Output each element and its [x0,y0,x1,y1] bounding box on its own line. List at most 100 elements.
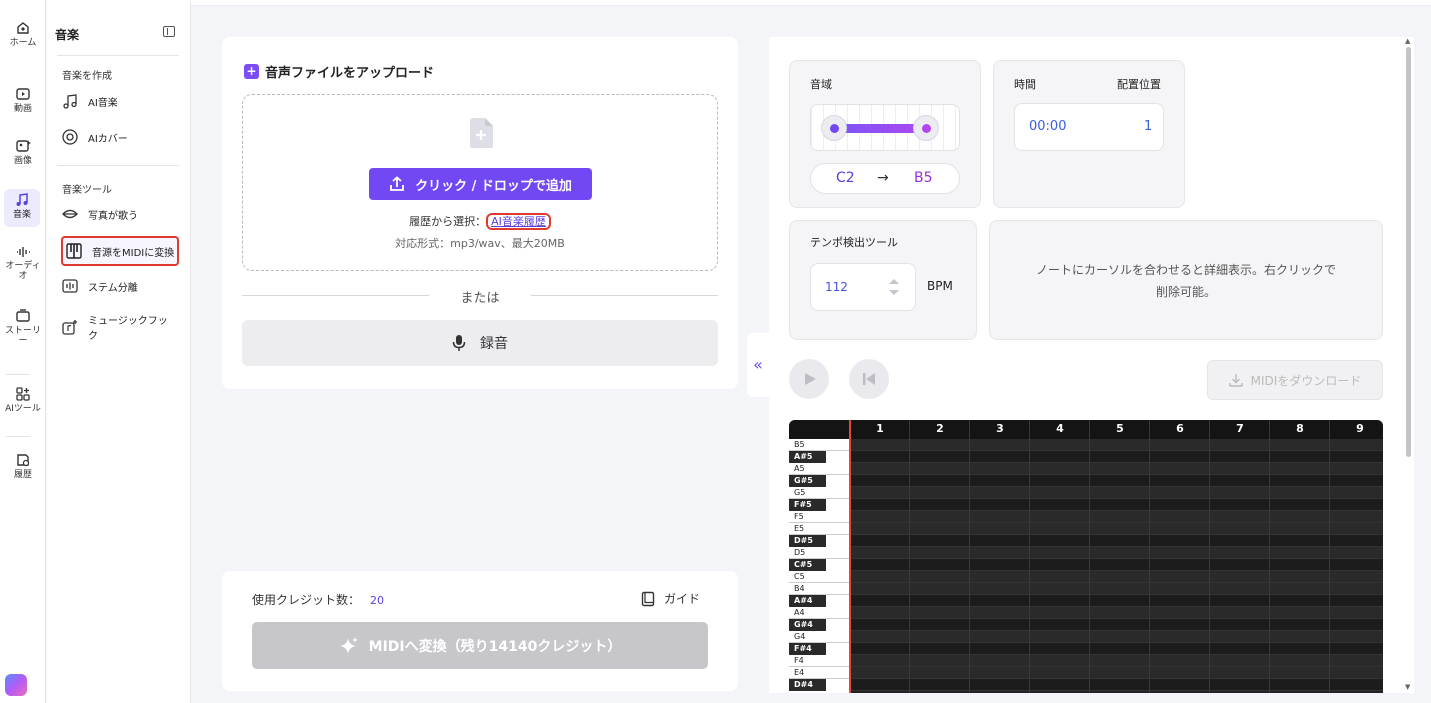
sidebar-divider [57,165,179,166]
collapse-panel-icon[interactable]: « [747,333,769,397]
grid-row[interactable] [850,619,1383,631]
piano-key-f-sharp4[interactable]: F#4 [789,643,826,655]
sidebar-item-audio-to-midi[interactable]: 音源をMIDIに変換 [61,236,179,266]
grid-row[interactable] [850,571,1383,583]
time-label: 時間 [1014,78,1036,91]
grid-row[interactable] [850,583,1383,595]
grid-row[interactable] [850,487,1383,499]
guide-link[interactable]: ガイド [640,590,700,607]
rail-label-image: 画像 [13,156,32,166]
rail-item-ai-tools[interactable]: AIツール [0,386,46,414]
piano-key-d5[interactable]: D5 [789,547,850,559]
piano-key-d-sharp4[interactable]: D#4 [789,679,826,691]
sidebar-item-label: ミュージックフック [88,316,168,342]
measure-number: 5 [1116,422,1124,435]
pitch-low-handle[interactable] [821,115,847,141]
rail-item-home[interactable]: ホーム [0,20,46,48]
note-grid[interactable] [849,420,1383,693]
piano-key-c-sharp5[interactable]: C#5 [789,559,826,571]
rail-item-audio[interactable]: オーディオ [0,245,46,281]
scrollbar-thumb[interactable] [1406,47,1411,457]
measure-line [969,420,970,693]
sidebar-collapse-icon[interactable] [163,26,175,37]
piano-key-f-sharp5[interactable]: F#5 [789,499,826,511]
drop-zone[interactable]: クリック / ドロップで追加 履歴から選択： AI音楽履歴 対応形式：mp3/wa… [242,94,718,271]
or-line-right [531,295,718,296]
piano-key-d-sharp5[interactable]: D#5 [789,535,826,547]
playhead[interactable] [849,420,851,693]
download-midi-button[interactable]: MIDIをダウンロード [1207,360,1383,400]
sidebar-item-ai-cover[interactable]: AIカバー [61,128,179,146]
scrollbar[interactable]: ▲ ▼ [1403,37,1415,693]
stepper-arrows-icon[interactable] [887,276,901,298]
sidebar-item-ai-music[interactable]: AI音楽 [61,92,179,110]
bpm-stepper[interactable]: 112 [810,263,916,311]
sidebar-item-music-hook[interactable]: ミュージックフック [61,314,179,344]
piano-key-c5[interactable]: C5 [789,571,850,583]
grid-row[interactable] [850,595,1383,607]
grid-row[interactable] [850,499,1383,511]
rail-label-story: ストーリー [4,326,41,346]
grid-row[interactable] [850,463,1383,475]
history-select: 履歴から選択： AI音楽履歴 [243,213,717,230]
piano-key-g-sharp5[interactable]: G#5 [789,475,826,487]
rail-item-video[interactable]: 動画 [0,86,46,114]
rail-item-music[interactable]: 音楽 [4,189,40,227]
piano-key-g4[interactable]: G4 [789,631,850,643]
piano-key-a4[interactable]: A4 [789,607,850,619]
rail-label-audio: オーディオ [5,261,41,281]
piano-roll[interactable]: 1 2 3 4 5 6 7 8 9 B5 A#5 A5 G#5 G5 F#5 F5 E5 D#5 D5 C#5 C5 B… [789,420,1383,693]
grid-row[interactable] [850,511,1383,523]
scroll-down-icon[interactable]: ▼ [1405,683,1410,691]
grid-row[interactable] [850,535,1383,547]
pitch-range-panel: 音域 C2 → B5 [789,60,981,208]
piano-key-e5[interactable]: E5 [789,523,850,535]
grid-row[interactable] [850,667,1383,679]
grid-row[interactable] [850,607,1383,619]
grid-row[interactable] [850,559,1383,571]
piano-key-g-sharp4[interactable]: G#4 [789,619,826,631]
piano-key-a-sharp5[interactable]: A#5 [789,451,826,463]
grid-row[interactable] [850,475,1383,487]
piano-key-a-sharp4[interactable]: A#4 [789,595,826,607]
rail-item-image[interactable]: 画像 [0,138,46,166]
rail-item-history[interactable]: 履歴 [0,452,46,480]
piano-key-a5[interactable]: A5 [789,463,850,475]
rail-label-video: 動画 [13,104,32,114]
ai-music-history-link[interactable]: AI音楽履歴 [486,213,551,230]
record-button[interactable]: 録音 [242,320,718,366]
upload-button[interactable]: クリック / ドロップで追加 [369,168,592,200]
sidebar-item-photo-sing[interactable]: 写真が歌う [61,205,179,223]
pitch-high-handle[interactable] [913,115,939,141]
piano-key-g5[interactable]: G5 [789,487,850,499]
sidebar-item-stem-split[interactable]: ステム分離 [61,277,179,295]
rewind-button[interactable] [849,359,889,399]
play-button[interactable] [789,359,829,399]
rail-divider-2 [6,436,30,437]
range-arrow: → [877,170,889,186]
grid-row[interactable] [850,523,1383,535]
icon-rail: ホーム 動画 画像 音楽 オーディオ ストーリー AIツール 履歴 [0,0,46,703]
piano-key-b4[interactable]: B4 [789,583,850,595]
piano-key-f5[interactable]: F5 [789,511,850,523]
sidebar-divider [57,55,179,56]
piano-key-b5[interactable]: B5 [789,439,850,451]
pitch-low-value: C2 [836,170,855,186]
grid-row[interactable] [850,679,1383,691]
convert-to-midi-button[interactable]: MIDIへ変換（残り14140クレジット） [252,622,708,669]
piano-key-e4[interactable]: E4 [789,667,850,679]
upload-icon [390,176,404,191]
grid-row[interactable] [850,547,1383,559]
grid-row[interactable] [850,643,1383,655]
time-position-field[interactable]: 00:00 1 [1014,103,1164,151]
grid-row[interactable] [850,655,1383,667]
grid-row[interactable] [850,451,1383,463]
rail-item-story[interactable]: ストーリー [0,308,46,346]
pitch-range-slider[interactable] [810,104,960,151]
scroll-up-icon[interactable]: ▲ [1405,37,1410,45]
piano-key-f4[interactable]: F4 [789,655,850,667]
grid-row[interactable] [850,631,1383,643]
grid-row[interactable] [850,439,1383,451]
app-logo[interactable] [5,674,27,696]
add-file-icon: + [244,64,259,79]
